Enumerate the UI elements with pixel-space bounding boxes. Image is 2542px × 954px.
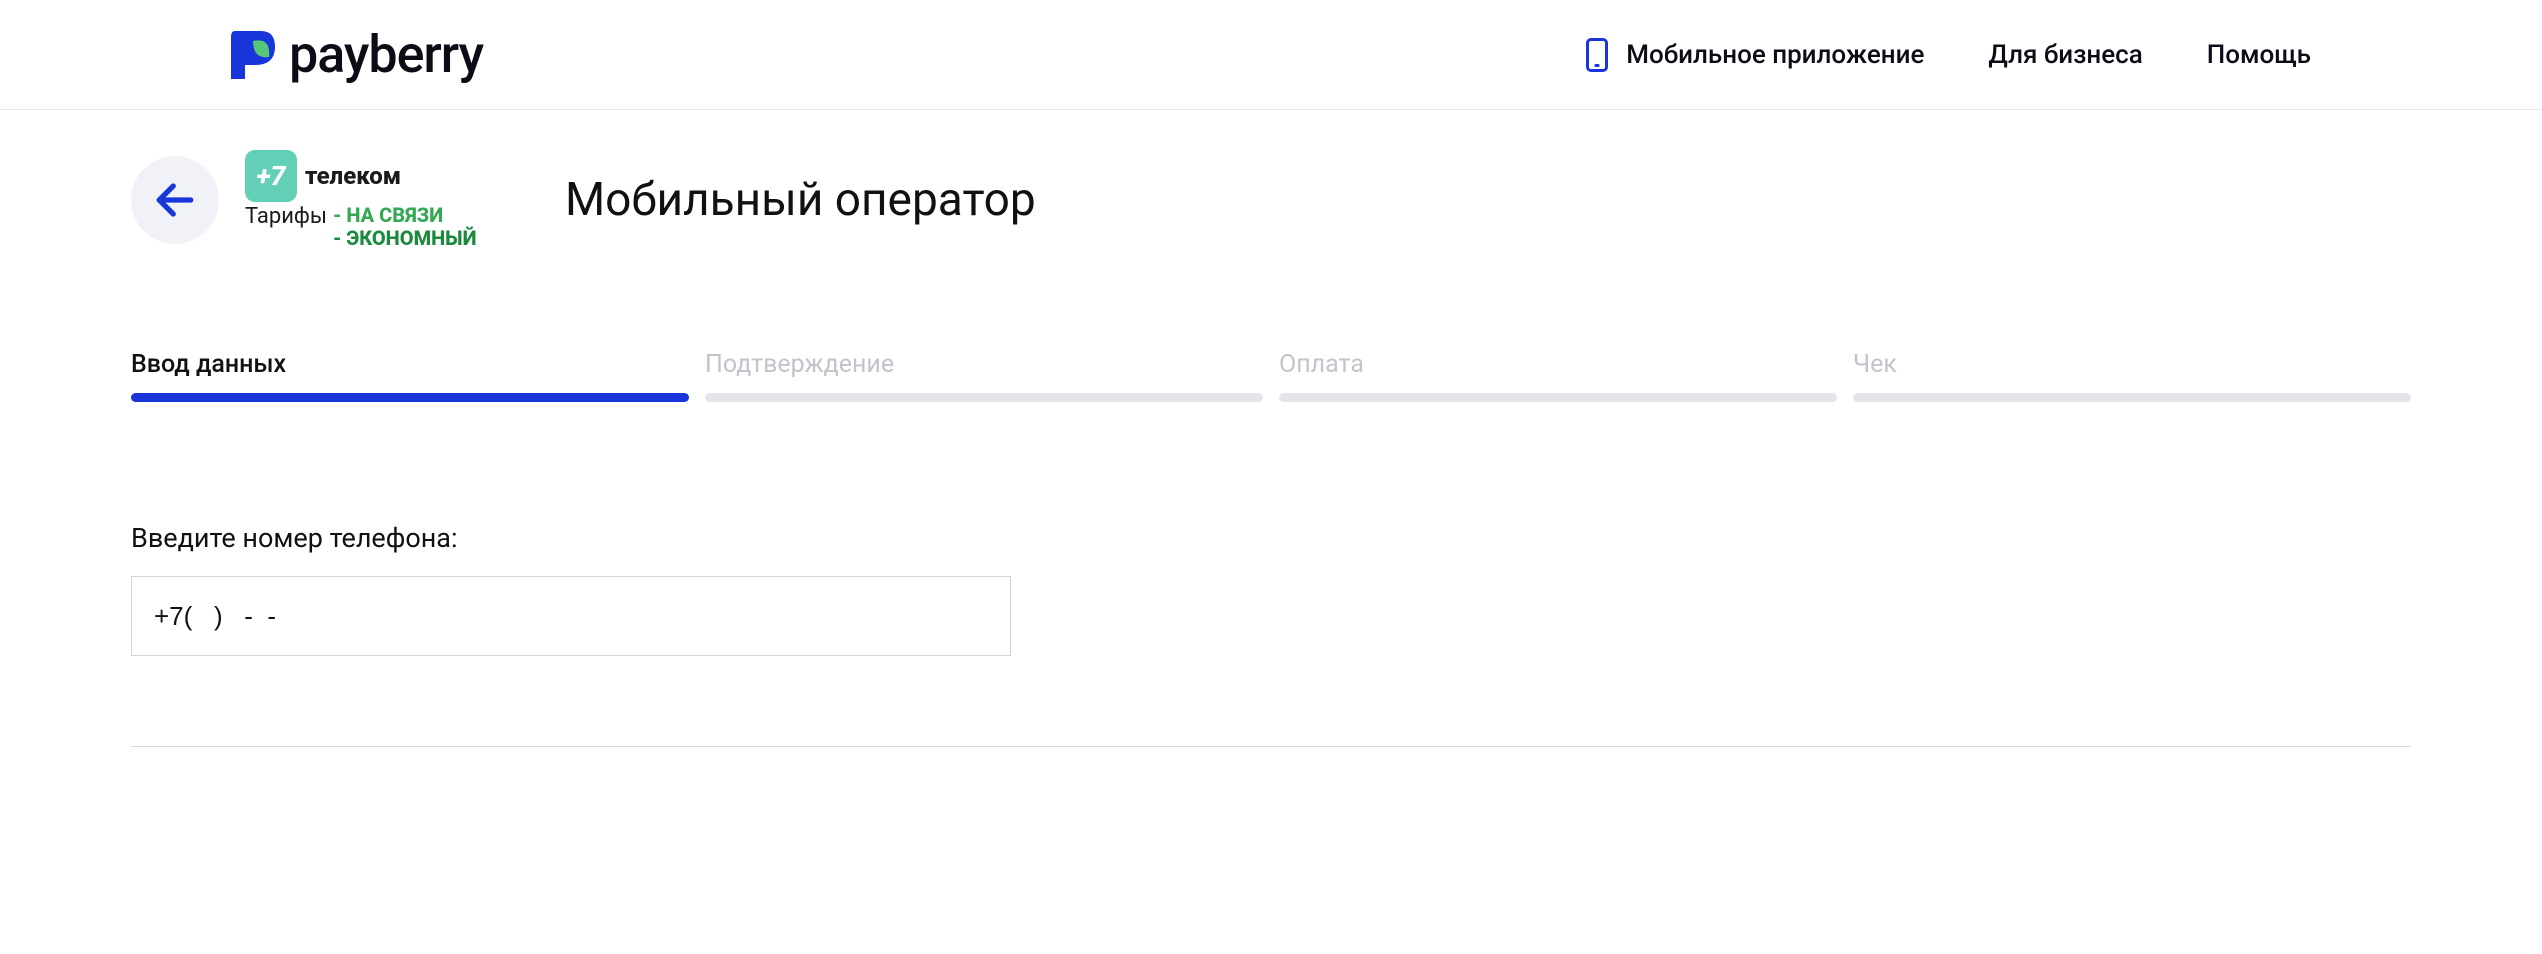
step-receipt: Чек — [1853, 350, 2411, 402]
step-confirm: Подтверждение — [705, 350, 1263, 402]
step-input-bar — [131, 393, 689, 402]
top-header: payberry Мобильное приложение Для бизнес… — [0, 0, 2542, 110]
step-confirm-label: Подтверждение — [705, 350, 1263, 379]
step-payment-label: Оплата — [1279, 350, 1837, 379]
step-receipt-bar — [1853, 393, 2411, 402]
progress-steps: Ввод данных Подтверждение Оплата Чек — [131, 350, 2411, 402]
section-divider — [131, 746, 2411, 747]
provider-tag-1: - НА СВЯЗИ — [333, 204, 477, 227]
provider-tariffs-label: Тарифы — [245, 204, 327, 229]
provider-badge-icon: +7 — [245, 150, 297, 202]
nav-help-label: Помощь — [2207, 40, 2311, 70]
brand-name: payberry — [289, 24, 483, 85]
nav-help[interactable]: Помощь — [2207, 40, 2311, 70]
step-input-label: Ввод данных — [131, 350, 689, 379]
arrow-left-icon — [154, 179, 196, 221]
page-title: Мобильный оператор — [565, 173, 1036, 227]
step-payment-bar — [1279, 393, 1837, 402]
nav-mobile-app[interactable]: Мобильное приложение — [1586, 38, 1924, 72]
step-receipt-label: Чек — [1853, 350, 2411, 379]
top-nav: Мобильное приложение Для бизнеса Помощь — [1586, 38, 2311, 72]
nav-business[interactable]: Для бизнеса — [1988, 40, 2142, 70]
step-payment: Оплата — [1279, 350, 1837, 402]
nav-mobile-app-label: Мобильное приложение — [1626, 40, 1924, 70]
payberry-logo-icon — [231, 31, 275, 79]
back-button[interactable] — [131, 156, 219, 244]
phone-input[interactable] — [131, 576, 1011, 656]
nav-business-label: Для бизнеса — [1988, 40, 2142, 70]
page-content: +7 телеком Тарифы - НА СВЯЗИ - ЭКОНОМНЫЙ… — [51, 110, 2491, 747]
step-input: Ввод данных — [131, 350, 689, 402]
brand-logo[interactable]: payberry — [231, 24, 483, 85]
provider-tile: +7 телеком Тарифы - НА СВЯЗИ - ЭКОНОМНЫЙ — [245, 150, 515, 250]
phone-field-label: Введите номер телефона: — [131, 522, 2411, 554]
provider-name: телеком — [305, 162, 401, 190]
step-confirm-bar — [705, 393, 1263, 402]
phone-icon — [1586, 38, 1608, 72]
phone-field: Введите номер телефона: — [131, 522, 2411, 656]
provider-tag-2: - ЭКОНОМНЫЙ — [333, 227, 477, 250]
